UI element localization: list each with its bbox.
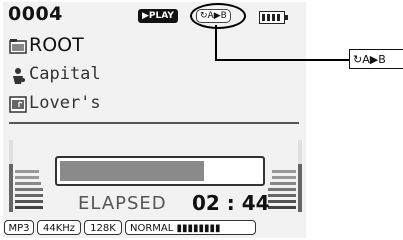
callout-repeat-label: ↻A▶B bbox=[349, 49, 403, 69]
callout-leader-line bbox=[215, 25, 349, 61]
